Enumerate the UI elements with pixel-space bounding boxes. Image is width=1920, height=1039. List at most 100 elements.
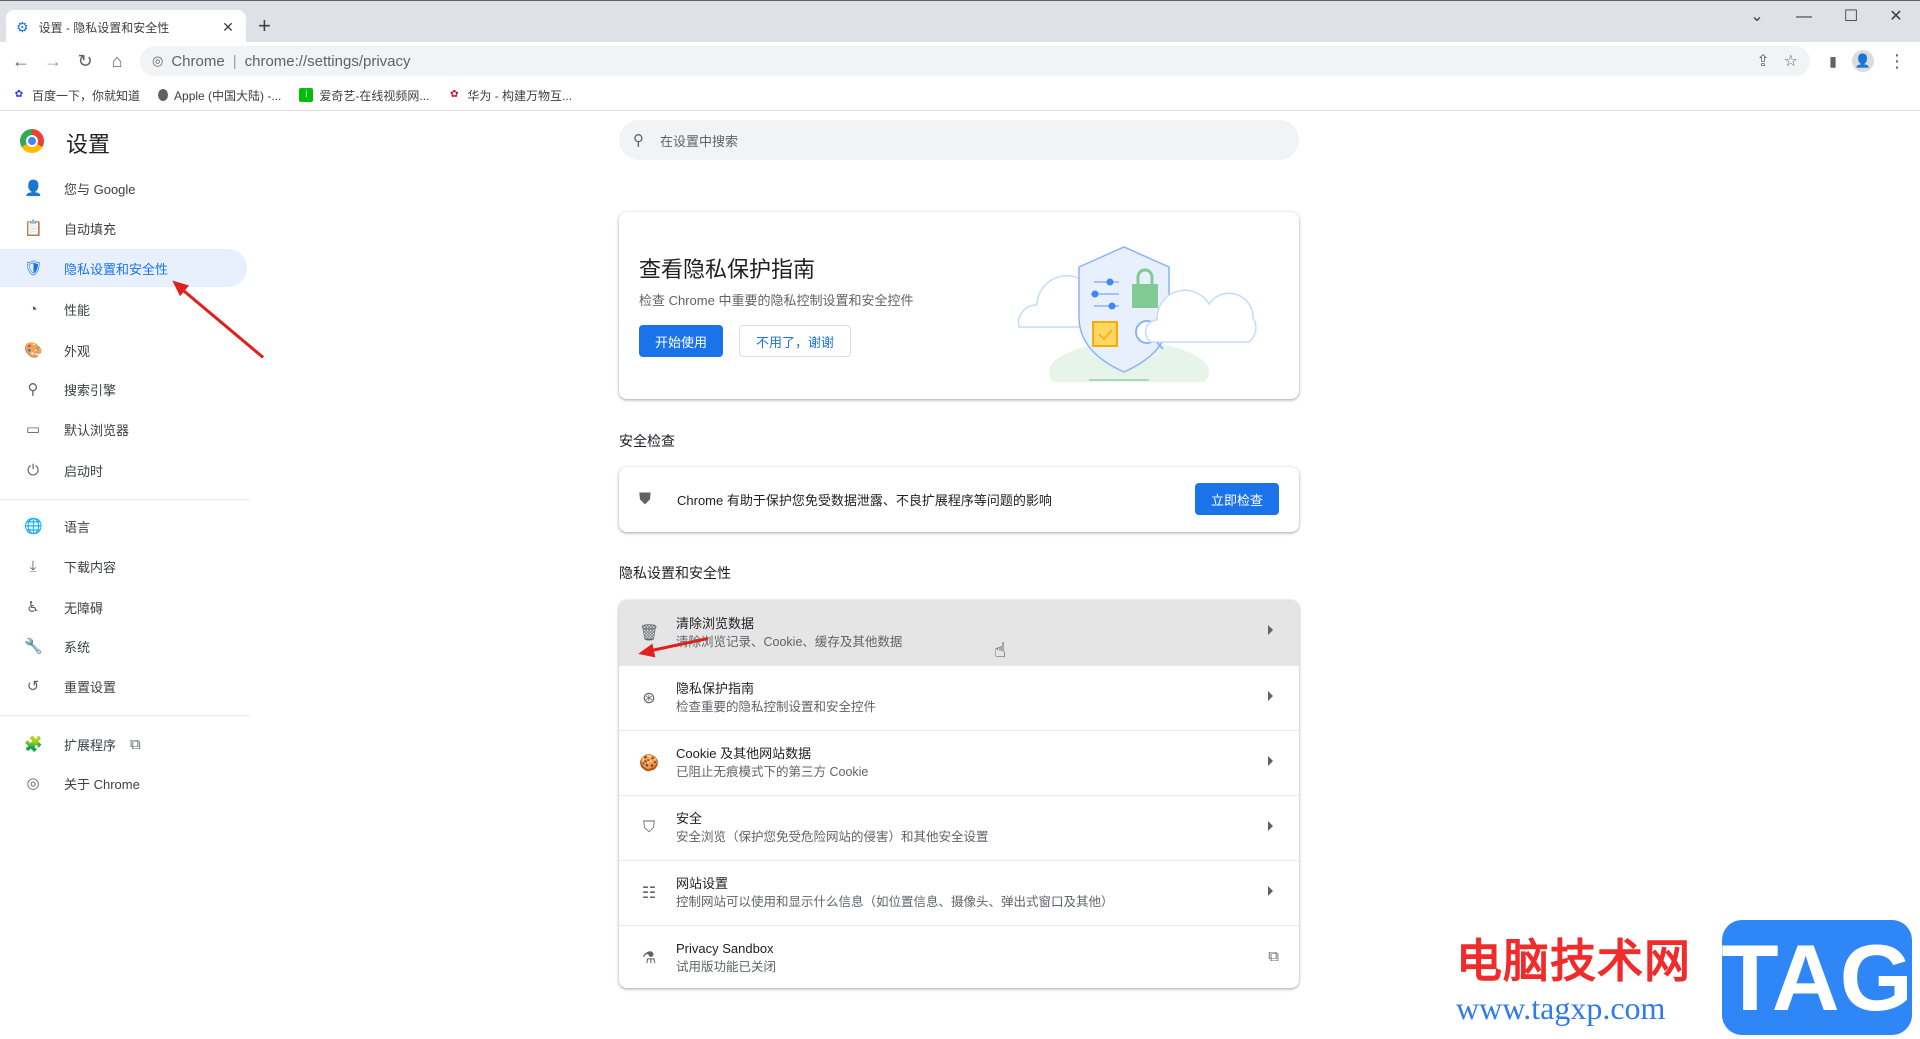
gear-icon: ⚙ <box>16 18 29 35</box>
security-shield-icon: ⛉ <box>642 819 655 836</box>
share-icon[interactable]: ⇪ <box>1756 51 1769 71</box>
new-tab-button[interactable]: + <box>258 13 271 39</box>
huawei-icon: ✿ <box>450 89 459 100</box>
search-placeholder: 在设置中搜索 <box>660 133 739 149</box>
check-now-button[interactable]: 立即检查 <box>1195 483 1279 515</box>
bookmark-label: Apple (中国大陆) -... <box>174 88 282 103</box>
sidebar-item-label: 自动填充 <box>64 221 117 237</box>
power-icon: ⏻ <box>27 461 39 479</box>
tune-icon: ☷ <box>641 885 657 902</box>
bookmark-star-icon[interactable]: ☆ <box>1784 51 1798 71</box>
bookmark-baidu[interactable]: ✿ 百度一下，你就知道 <box>12 87 140 104</box>
sidebar-item[interactable]: 🔧 系统 <box>0 627 247 665</box>
privacy-row[interactable]: 🍪 Cookie 及其他网站数据 已阻止无痕模式下的第三方 Cookie <box>619 730 1299 795</box>
privacy-row[interactable]: ☷ 网站设置 控制网站可以使用和显示什么信息（如位置信息、摄像头、弹出式窗口及其他） <box>619 860 1299 925</box>
palette-icon: 🎨 <box>24 342 43 359</box>
row-text: Cookie 及其他网站数据 已阻止无痕模式下的第三方 Cookie <box>676 744 1299 782</box>
close-tab-icon[interactable]: ✕ <box>220 19 236 36</box>
profile-avatar-icon[interactable]: 👤 <box>1852 50 1874 72</box>
checkbox-icon <box>1092 321 1118 347</box>
bookmark-huawei[interactable]: ✿ 华为 - 构建万物互... <box>447 87 572 104</box>
settings-search-input[interactable]: ⚲ 在设置中搜索 <box>619 120 1299 160</box>
tab-strip: ⚙ 设置 - 隐私设置和安全性 ✕ + ⌄ — ☐ ✕ <box>0 0 1920 44</box>
privacy-row[interactable]: ⚗ Privacy Sandbox 试用版功能已关闭 ⧉ <box>619 925 1299 988</box>
privacy-row[interactable]: 🗑 清除浏览数据 清除浏览记录、Cookie、缓存及其他数据 <box>619 600 1299 665</box>
sidebar-item-label: 启动时 <box>64 463 104 479</box>
sidebar-item[interactable]: ⏻ 启动时 <box>0 451 247 489</box>
sidebar-item[interactable]: 🧩 扩展程序 ⧉ <box>0 725 247 763</box>
search-icon: ⚲ <box>27 381 39 398</box>
sidebar-item-label: 默认浏览器 <box>64 422 130 438</box>
sidebar-item-label: 重置设置 <box>64 679 117 695</box>
bookmark-apple[interactable]: Apple (中国大陆) -... <box>158 87 281 104</box>
back-button[interactable]: ← <box>8 48 34 74</box>
browser-window-icon: ▭ <box>25 421 41 438</box>
minimize-button[interactable]: — <box>1789 5 1819 29</box>
sidebar-item[interactable]: ⚲ 搜索引擎 <box>0 370 247 408</box>
sidebar-divider <box>0 715 250 716</box>
hand-cursor-icon: ☝ <box>994 640 1007 662</box>
privacy-row[interactable]: ⊛ 隐私保护指南 检查重要的隐私控制设置和安全控件 <box>619 665 1299 730</box>
privacy-row[interactable]: ⛉ 安全 安全浏览（保护您免受危险网站的侵害）和其他安全设置 <box>619 795 1299 860</box>
start-guide-button[interactable]: 开始使用 <box>639 325 723 357</box>
skip-guide-button[interactable]: 不用了，谢谢 <box>739 325 851 357</box>
sidebar-item[interactable]: ◔ 性能 <box>0 290 247 328</box>
watermark-text: 电脑技术网 <box>1456 934 1691 988</box>
settings-sidebar: 设置 👤 您与 Google 📋 自动填充 🛡 隐私设置和安全性 ◔ 性能 🎨 外观 ⚲ 搜索引擎 ▭ 默… <box>0 111 250 1039</box>
bookmarks-bar: ✿ 百度一下，你就知道 Apple (中国大陆) -... i 爱奇艺-在线视频… <box>0 80 1920 111</box>
watermark-tag-logo: TAG <box>1721 920 1913 1035</box>
row-subtitle: 试用版功能已关闭 <box>676 960 777 974</box>
sidebar-item[interactable]: 👤 您与 Google <box>0 169 247 207</box>
address-bar[interactable]: ◎ Chrome | chrome://settings/privacy ⇪ ☆ <box>140 46 1810 76</box>
maximize-button[interactable]: ☐ <box>1836 5 1866 29</box>
privacy-settings-list: 🗑 清除浏览数据 清除浏览记录、Cookie、缓存及其他数据 ⊛ 隐私保护指南 检查重要的… <box>619 600 1299 988</box>
tab-search-icon[interactable]: ⌄ <box>1742 5 1772 29</box>
privacy-security-heading: 隐私设置和安全性 <box>619 565 731 581</box>
row-subtitle: 清除浏览记录、Cookie、缓存及其他数据 <box>676 634 903 649</box>
row-title: 清除浏览数据 <box>676 615 755 631</box>
sidebar-item-label: 您与 Google <box>64 181 136 197</box>
home-button[interactable]: ⌂ <box>104 48 130 74</box>
privacy-guide-card: 查看隐私保护指南 检查 Chrome 中重要的隐私控制设置和安全控件 开始使用 … <box>619 212 1299 399</box>
settings-title: 设置 <box>66 132 111 157</box>
menu-icon[interactable]: ⋮ <box>1884 48 1910 74</box>
row-text: 隐私保护指南 检查重要的隐私控制设置和安全控件 <box>676 679 1299 717</box>
sidebar-item[interactable]: 🌐 语言 <box>0 507 247 545</box>
sidebar-item[interactable]: 🛡 隐私设置和安全性 <box>0 249 247 287</box>
sidebar-item-label: 性能 <box>64 302 91 318</box>
reload-button[interactable]: ↻ <box>72 48 98 74</box>
sidebar-item[interactable]: ♿ 无障碍 <box>0 588 247 626</box>
sidebar-item[interactable]: 📋 自动填充 <box>0 209 247 247</box>
tab-title: 设置 - 隐私设置和安全性 <box>38 20 170 35</box>
sidebar-item[interactable]: 🎨 外观 <box>0 331 247 369</box>
sidebar-item-label: 搜索引擎 <box>64 382 117 398</box>
sidebar-item-label: 关于 Chrome <box>64 776 140 792</box>
forward-button[interactable]: → <box>40 48 66 74</box>
chevron-right-icon <box>1268 886 1273 896</box>
row-text: 网站设置 控制网站可以使用和显示什么信息（如位置信息、摄像头、弹出式窗口及其他） <box>676 874 1299 912</box>
external-link-icon[interactable]: ⧉ <box>1268 948 1279 965</box>
cookie-icon: 🍪 <box>639 755 659 772</box>
close-window-button[interactable]: ✕ <box>1881 5 1911 29</box>
puzzle-icon: 🧩 <box>24 736 43 753</box>
tab-settings-privacy[interactable]: ⚙ 设置 - 隐私设置和安全性 ✕ <box>6 10 246 44</box>
history-icon: ↺ <box>26 678 40 695</box>
url-text[interactable]: chrome://settings/privacy <box>245 53 411 70</box>
row-text: 安全 安全浏览（保护您免受危险网站的侵害）和其他安全设置 <box>676 809 1299 847</box>
iqiyi-icon: i <box>299 88 314 102</box>
row-title: Cookie 及其他网站数据 <box>676 746 812 761</box>
bookmark-iqiyi[interactable]: i 爱奇艺-在线视频网... <box>299 87 429 104</box>
guide-title: 查看隐私保护指南 <box>639 257 816 282</box>
sidebar-item[interactable]: ◎ 关于 Chrome <box>0 764 247 802</box>
search-icon: ⚲ <box>633 132 644 149</box>
safety-check-card: ⛊ Chrome 有助于保护您免受数据泄露、不良扩展程序等问题的影响 立即检查 <box>619 467 1299 532</box>
sidebar-item[interactable]: ↺ 重置设置 <box>0 667 247 705</box>
compass-icon: ⊛ <box>642 690 656 707</box>
sidebar-item[interactable]: ⤓ 下载内容 <box>0 547 247 585</box>
side-panel-icon[interactable]: ▮ <box>1820 48 1846 74</box>
external-link-icon: ⧉ <box>130 735 141 753</box>
sidebar-item[interactable]: ▭ 默认浏览器 <box>0 410 247 448</box>
sidebar-item-label: 外观 <box>64 343 91 359</box>
shield-check-icon: ⛊ <box>639 490 652 508</box>
guide-description: 检查 Chrome 中重要的隐私控制设置和安全控件 <box>639 293 914 308</box>
